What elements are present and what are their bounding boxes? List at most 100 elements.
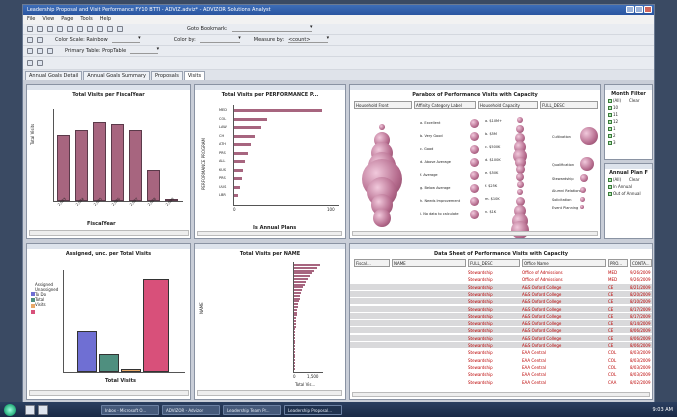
name-bar[interactable]	[294, 328, 296, 331]
checkbox-icon[interactable]	[608, 185, 612, 189]
fiscal-bar[interactable]	[93, 121, 106, 201]
tab-proposals[interactable]: Proposals	[151, 71, 183, 80]
name-bar[interactable]	[294, 308, 298, 311]
save-icon[interactable]	[47, 26, 53, 32]
full-desc-bubble[interactable]	[580, 174, 588, 182]
perf-bar[interactable]	[234, 185, 241, 189]
clear-button[interactable]: Clear	[629, 98, 639, 103]
measure-by-dropdown[interactable]: <count>	[288, 35, 329, 43]
taskbar-item-leadership-team[interactable]: Leadership Team Pr...	[223, 404, 281, 415]
name-bar[interactable]	[294, 311, 297, 314]
name-bar[interactable]	[294, 320, 297, 322]
checkbox-icon[interactable]	[608, 192, 612, 196]
checkbox-icon[interactable]	[608, 99, 612, 103]
capacity-bubble[interactable]	[517, 189, 523, 195]
column-header[interactable]: FULL_DESC	[468, 259, 520, 267]
print-icon[interactable]	[57, 26, 63, 32]
menu-page[interactable]: Page	[61, 16, 73, 23]
name-bar[interactable]	[294, 331, 296, 334]
affinity-bubble[interactable]	[470, 132, 479, 141]
new-icon[interactable]	[27, 26, 33, 32]
name-bar[interactable]	[294, 280, 307, 283]
perf-bar[interactable]	[234, 177, 243, 180]
taskbar-item-advizor[interactable]: ADVIZOR - Advizor	[162, 404, 220, 415]
palette-icon[interactable]	[27, 37, 33, 43]
name-bar[interactable]	[294, 342, 295, 345]
axis-header-full-desc[interactable]: FULL_DESC	[540, 101, 598, 109]
capacity-bubble[interactable]	[517, 117, 523, 123]
fiscal-bar[interactable]	[111, 124, 124, 201]
menu-help[interactable]: Help	[100, 16, 111, 23]
capacity-bubble[interactable]	[511, 221, 529, 238]
perf-bar[interactable]	[234, 194, 239, 197]
axis-header-household-front[interactable]: Household Front	[354, 101, 412, 109]
month-filter-item[interactable]: (All)	[608, 98, 621, 103]
name-bar[interactable]	[294, 336, 295, 339]
axis-header-affinity[interactable]: Affinity Category Label	[414, 101, 476, 109]
month-filter-item[interactable]: 1	[608, 126, 616, 131]
color-by-dropdown[interactable]	[199, 35, 241, 43]
taskbar-item-outlook[interactable]: Inbox - Microsoft O...	[101, 404, 159, 415]
perf-bar[interactable]	[234, 117, 268, 121]
tab-annual-goals-summary[interactable]: Annual Goals Summary	[83, 71, 150, 80]
table-row[interactable]: Stewardship A&S Oxford College CE 8/17/2009	[350, 305, 652, 312]
zoom-icon[interactable]	[97, 26, 103, 32]
affinity-bubble[interactable]	[470, 210, 479, 219]
annual-plan-item[interactable]: In Annual	[608, 184, 632, 189]
table-row[interactable]: Stewardship EAA Central COL 8/03/2009	[350, 364, 652, 370]
minimize-button[interactable]	[626, 6, 634, 13]
performance-program-view[interactable]: Total Visits per PERFORMANCE P... PERFOR…	[194, 84, 346, 239]
perf-bar[interactable]	[234, 126, 262, 129]
month-filter-item[interactable]: 10	[608, 105, 618, 110]
horizontal-scrollbar[interactable]	[29, 230, 189, 236]
checkbox-icon[interactable]	[608, 127, 612, 131]
filter-icon[interactable]	[107, 26, 113, 32]
column-header[interactable]: NAME	[392, 259, 466, 267]
column-header[interactable]: CONTA...	[630, 259, 652, 267]
name-bar[interactable]	[294, 292, 302, 294]
fiscal-year-chart-view[interactable]: Total Visits per FiscalYear Total Visits…	[26, 84, 191, 239]
table-row[interactable]: Stewardship EAA Central COL 8/03/2009	[350, 371, 652, 377]
perf-bar[interactable]	[234, 160, 246, 163]
full-desc-bubble[interactable]	[580, 196, 585, 202]
household-bubble[interactable]	[373, 209, 391, 227]
list-icon[interactable]	[47, 48, 53, 54]
full-desc-bubble[interactable]	[580, 205, 584, 209]
name-bar[interactable]	[294, 283, 305, 286]
affinity-bubble[interactable]	[470, 184, 479, 193]
perf-bar[interactable]	[234, 109, 323, 112]
name-bar[interactable]	[294, 353, 295, 356]
affinity-bubble[interactable]	[470, 171, 479, 180]
name-bar[interactable]	[294, 367, 295, 370]
table-row[interactable]: Stewardship Office of Admissions MED 9/26/2…	[350, 276, 652, 282]
horizontal-scrollbar[interactable]	[352, 231, 598, 236]
checkbox-icon[interactable]	[608, 120, 612, 124]
checkbox-icon[interactable]	[608, 106, 612, 110]
full-desc-bubble[interactable]	[580, 127, 598, 145]
visits-per-name-view[interactable]: Total Visits per NAME NAME 0 1,500 Total…	[194, 243, 346, 400]
parabox-view[interactable]: Parabox of Performance Visits with Capac…	[349, 84, 601, 239]
grid-icon[interactable]	[37, 48, 43, 54]
name-bar[interactable]	[294, 300, 299, 303]
legend-icon[interactable]	[37, 37, 43, 43]
name-bar[interactable]	[294, 297, 300, 300]
quicklaunch-icon[interactable]	[38, 404, 48, 415]
data-sheet-view[interactable]: Data Sheet of Performance Visits with Ca…	[349, 243, 653, 400]
name-bar[interactable]	[294, 266, 317, 269]
page-icon[interactable]	[27, 60, 33, 66]
horizontal-scrollbar[interactable]	[197, 390, 342, 396]
fiscal-bar[interactable]	[75, 129, 88, 201]
menu-file[interactable]: File	[27, 16, 35, 23]
name-bar[interactable]	[294, 306, 298, 308]
name-bar[interactable]	[294, 345, 295, 348]
name-bar[interactable]	[294, 278, 308, 280]
perf-bar[interactable]	[234, 151, 248, 155]
affinity-bubble[interactable]	[470, 145, 479, 154]
table-row[interactable]: Stewardship A&S Oxford College CE 8/14/2009	[350, 320, 652, 327]
name-bar[interactable]	[294, 294, 301, 297]
name-bar[interactable]	[294, 314, 297, 317]
table-row[interactable]: Stewardship A&S Oxford College CE 8/06/2009	[350, 327, 652, 334]
name-bar[interactable]	[294, 334, 296, 336]
axis-header-capacity[interactable]: Household Capacity	[478, 101, 538, 109]
annual-plan-item[interactable]: (All)	[608, 177, 621, 182]
